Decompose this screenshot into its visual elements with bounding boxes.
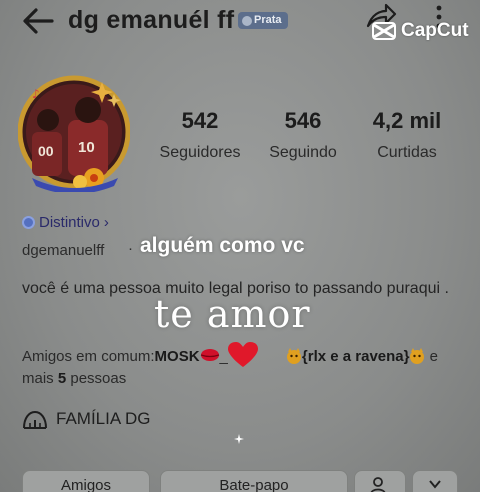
likes-count: 4,2 mil [372, 108, 442, 133]
distintivo-link[interactable]: Distintivo › [22, 214, 109, 231]
friends-button[interactable]: Amigos [22, 470, 150, 492]
capcut-label: CapCut [401, 20, 469, 41]
friend-name-2: {rlx e a ravena} [301, 348, 410, 365]
likes-stat[interactable]: 4,2 mil Curtidas [362, 108, 452, 162]
back-arrow-icon[interactable] [20, 6, 56, 36]
separator-dot: · [128, 240, 133, 257]
chevron-right-icon: › [103, 214, 109, 231]
prata-badge[interactable]: Prata [238, 12, 288, 29]
follow-icon-button[interactable] [354, 470, 406, 492]
followers-stat[interactable]: 542 Seguidores [152, 108, 248, 162]
overlay-caption-1: alguém como vc [140, 234, 305, 257]
mutual-friends[interactable]: Amigos em comum:MOSK _ {rlx e a ravena} e … [22, 342, 462, 390]
cat-devil-icon [410, 348, 425, 364]
sparkle-icon [234, 434, 244, 444]
distintivo-label: Distintivo [39, 214, 100, 231]
distintivo-icon [22, 216, 35, 229]
family-label: FAMÍLIA DG [56, 409, 151, 428]
family-link[interactable]: FAMÍLIA DG [22, 408, 150, 430]
followers-count: 542 [181, 108, 219, 133]
friends-button-label: Amigos [60, 477, 112, 492]
chat-button-label: Bate-papo [219, 477, 289, 492]
mutual-suffix-2: pessoas [70, 370, 127, 387]
avatar-frame[interactable]: 00 10 ♪ [18, 74, 130, 192]
svg-text:10: 10 [78, 139, 95, 156]
dropdown-button[interactable] [412, 470, 458, 492]
cat-devil-icon [286, 348, 301, 364]
profile-username: dg emanuél ff [68, 6, 235, 34]
mutual-prefix: Amigos em comum: [22, 348, 155, 365]
lips-icon [200, 349, 219, 361]
heart-icon [227, 342, 258, 367]
family-icon [23, 410, 47, 429]
svg-text:♪: ♪ [32, 87, 40, 101]
friend-name-1: MOSK [154, 348, 200, 365]
following-stat[interactable]: 546 Seguindo [260, 108, 346, 162]
capcut-logo-icon [372, 22, 396, 40]
avatar-decoration: 00 10 ♪ [18, 75, 130, 192]
capcut-watermark: CapCut [372, 20, 469, 42]
followers-label: Seguidores [159, 144, 241, 161]
likes-label: Curtidas [377, 144, 437, 161]
friend-separator: _ [219, 348, 228, 365]
chevron-down-icon [429, 480, 441, 489]
following-count: 546 [284, 108, 322, 133]
overlay-caption-2: te amor [154, 292, 311, 336]
mutual-count: 5 [57, 370, 67, 387]
svg-text:00: 00 [38, 143, 54, 159]
chat-button[interactable]: Bate-papo [160, 470, 348, 492]
badge-icon [242, 15, 252, 26]
following-label: Seguindo [269, 144, 337, 161]
add-user-icon [370, 477, 386, 492]
profile-handle: dgemanuelff [22, 242, 105, 259]
profile-screen: dg emanuél ff Prata CapCut 00 10 ♪ 542 S… [0, 0, 480, 492]
badge-label: Prata [254, 14, 282, 26]
